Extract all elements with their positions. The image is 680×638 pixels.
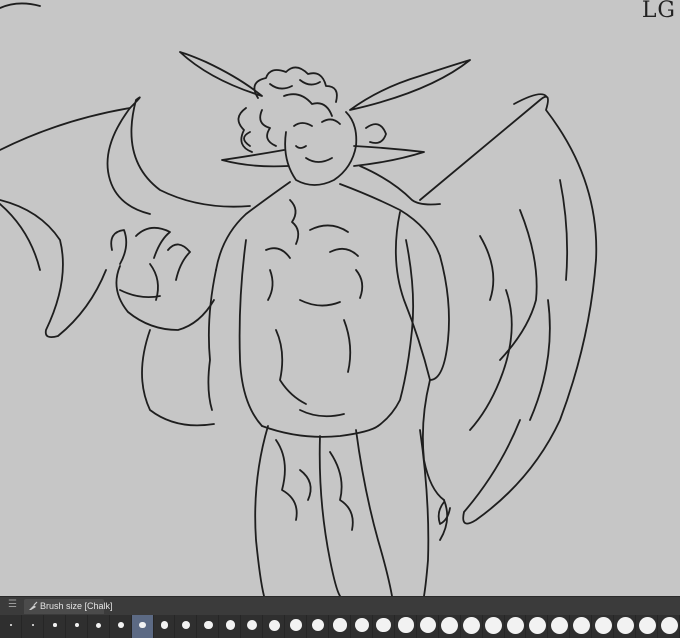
brush-size-dot xyxy=(74,622,79,628)
brush-size-dot xyxy=(139,621,146,629)
brush-size-preset[interactable] xyxy=(329,615,351,638)
sketch-drawing xyxy=(0,2,598,596)
brush-size-preset[interactable] xyxy=(88,615,110,638)
brush-size-preset[interactable] xyxy=(285,615,308,638)
brush-size-dot xyxy=(160,621,169,629)
brush-size-preset[interactable] xyxy=(483,615,505,638)
brush-size-dot xyxy=(528,616,546,634)
tab-brush-size[interactable]: Brush size [Chalk] xyxy=(24,599,113,614)
brush-size-preset[interactable] xyxy=(351,615,373,638)
brush-size-dot xyxy=(53,623,57,627)
tab-label: Brush size [Chalk] xyxy=(40,601,113,611)
brush-size-dot xyxy=(225,620,236,630)
brush-size-preset[interactable] xyxy=(241,615,264,638)
panel-header: ☰ Brush size [Chalk] xyxy=(0,597,680,615)
brush-size-preset[interactable] xyxy=(636,615,659,638)
brush-size-preset[interactable] xyxy=(439,615,461,638)
corner-initials: LG xyxy=(641,0,676,23)
brush-size-preset[interactable] xyxy=(66,615,88,638)
brush-size-dot xyxy=(117,622,124,628)
brush-size-preset[interactable] xyxy=(461,615,483,638)
brush-size-preset[interactable] xyxy=(154,615,176,638)
brush-size-dot xyxy=(31,623,35,627)
brush-size-preset[interactable] xyxy=(570,615,593,638)
brush-size-panel: ☰ Brush size [Chalk] xyxy=(0,596,680,638)
brush-size-presets xyxy=(0,615,680,638)
brush-size-preset[interactable] xyxy=(658,615,680,638)
brush-size-preset[interactable] xyxy=(417,615,439,638)
brush-size-dot xyxy=(96,622,102,628)
brush-size-dot xyxy=(660,616,678,634)
brush-size-dot xyxy=(247,619,258,631)
brush-size-preset[interactable] xyxy=(373,615,395,638)
brush-size-preset[interactable] xyxy=(592,615,615,638)
brush-size-dot xyxy=(398,617,414,633)
brush-size-dot xyxy=(290,619,302,631)
brush-size-dot xyxy=(311,618,325,632)
brush-size-dot xyxy=(9,624,12,626)
brush-size-preset[interactable] xyxy=(0,615,22,638)
brush-size-preset[interactable] xyxy=(22,615,44,638)
brush-size-preset[interactable] xyxy=(548,615,571,638)
drawing-canvas[interactable]: LG xyxy=(0,0,680,596)
brush-size-preset[interactable] xyxy=(175,615,198,638)
brush-size-dot xyxy=(333,618,347,632)
brush-size-dot xyxy=(572,616,590,634)
brush-size-dot xyxy=(203,620,213,630)
brush-size-preset[interactable] xyxy=(110,615,132,638)
brush-size-dot xyxy=(441,616,459,634)
brush-size-dot xyxy=(550,616,568,634)
brush-size-preset[interactable] xyxy=(219,615,242,638)
brush-size-dot xyxy=(638,616,656,634)
brush-size-preset[interactable] xyxy=(197,615,220,638)
brush-size-dot xyxy=(182,621,191,629)
brush-size-preset[interactable] xyxy=(505,615,527,638)
brush-size-dot xyxy=(354,618,369,632)
brush-size-dot xyxy=(419,616,436,634)
brush-size-preset[interactable] xyxy=(263,615,286,638)
brush-size-preset[interactable] xyxy=(131,615,154,638)
brush-size-dot xyxy=(485,616,503,634)
brush-size-dot xyxy=(463,616,481,634)
brush-size-preset[interactable] xyxy=(44,615,66,638)
hamburger-menu-icon[interactable]: ☰ xyxy=(8,600,17,610)
brush-size-preset[interactable] xyxy=(307,615,330,638)
brush-size-dot xyxy=(506,616,524,634)
brush-size-dot xyxy=(376,617,392,633)
brush-icon xyxy=(29,601,38,610)
brush-size-preset[interactable] xyxy=(614,615,637,638)
brush-size-preset[interactable] xyxy=(395,615,417,638)
brush-size-dot xyxy=(594,616,612,634)
brush-size-dot xyxy=(268,619,280,631)
brush-size-dot xyxy=(616,616,634,634)
brush-size-preset[interactable] xyxy=(526,615,549,638)
